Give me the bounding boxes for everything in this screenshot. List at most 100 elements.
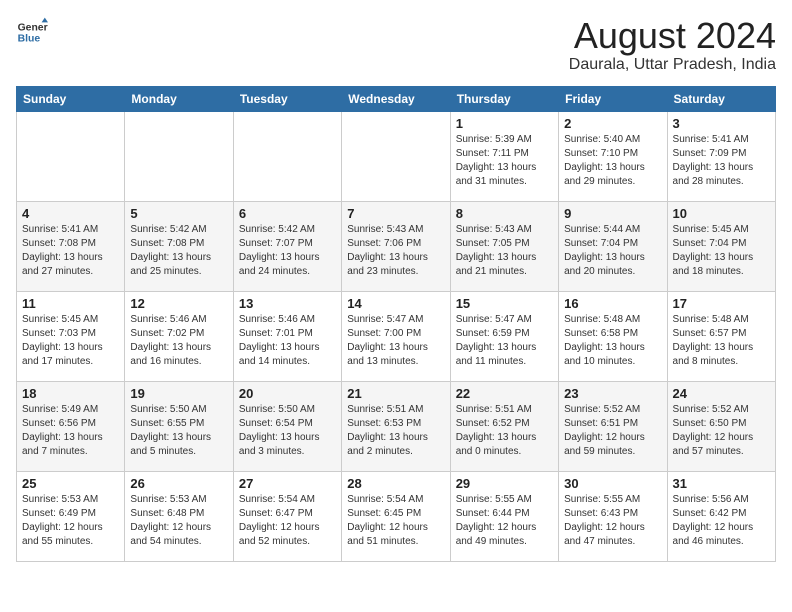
day-info: Sunrise: 5:40 AM Sunset: 7:10 PM Dayligh… [564, 133, 661, 189]
day-info: Sunrise: 5:48 AM Sunset: 6:58 PM Dayligh… [564, 313, 661, 369]
day-info: Sunrise: 5:44 AM Sunset: 7:04 PM Dayligh… [564, 223, 661, 279]
day-info: Sunrise: 5:46 AM Sunset: 7:02 PM Dayligh… [130, 313, 227, 369]
calendar-cell: 30 Sunrise: 5:55 AM Sunset: 6:43 PM Dayli… [559, 471, 667, 561]
day-info: Sunrise: 5:47 AM Sunset: 6:59 PM Dayligh… [456, 313, 553, 369]
day-info: Sunrise: 5:45 AM Sunset: 7:04 PM Dayligh… [673, 223, 770, 279]
svg-text:General: General [18, 22, 48, 33]
day-info: Sunrise: 5:51 AM Sunset: 6:52 PM Dayligh… [456, 403, 553, 459]
day-number: 5 [130, 206, 227, 221]
calendar-cell: 20Sunrise: 5:50 AM Sunset: 6:54 PM Dayli… [233, 381, 341, 471]
day-number: 23 [564, 386, 661, 401]
day-info: Sunrise: 5:52 AM Sunset: 6:50 PM Dayligh… [673, 403, 770, 459]
day-number: 10 [673, 206, 770, 221]
weekday-header-thursday: Thursday [450, 86, 558, 111]
calendar-cell: 21 Sunrise: 5:51 AM Sunset: 6:53 PM Dayli… [342, 381, 450, 471]
calendar-week-1: 1 Sunrise: 5:39 AM Sunset: 7:11 PM Daylig… [17, 111, 776, 201]
calendar-cell: 18Sunrise: 5:49 AM Sunset: 6:56 PM Dayli… [17, 381, 125, 471]
calendar-cell: 14Sunrise: 5:47 AM Sunset: 7:00 PM Dayli… [342, 291, 450, 381]
weekday-header-wednesday: Wednesday [342, 86, 450, 111]
month-year-title: August 2024 [569, 16, 776, 56]
calendar-body: 1 Sunrise: 5:39 AM Sunset: 7:11 PM Daylig… [17, 111, 776, 561]
logo: General Blue [16, 16, 48, 48]
day-number: 6 [239, 206, 336, 221]
calendar-cell: 26Sunrise: 5:53 AM Sunset: 6:48 PM Dayli… [125, 471, 233, 561]
day-number: 29 [456, 476, 553, 491]
calendar-week-4: 18Sunrise: 5:49 AM Sunset: 6:56 PM Dayli… [17, 381, 776, 471]
day-number: 17 [673, 296, 770, 311]
location-subtitle: Daurala, Uttar Pradesh, India [569, 56, 776, 74]
day-number: 27 [239, 476, 336, 491]
calendar-cell: 12Sunrise: 5:46 AM Sunset: 7:02 PM Dayli… [125, 291, 233, 381]
day-number: 16 [564, 296, 661, 311]
calendar-cell: 22 Sunrise: 5:51 AM Sunset: 6:52 PM Dayli… [450, 381, 558, 471]
day-info: Sunrise: 5:52 AM Sunset: 6:51 PM Dayligh… [564, 403, 661, 459]
weekday-header-row: SundayMondayTuesdayWednesdayThursdayFrid… [17, 86, 776, 111]
calendar-header: SundayMondayTuesdayWednesdayThursdayFrid… [17, 86, 776, 111]
day-number: 24 [673, 386, 770, 401]
calendar-week-2: 4Sunrise: 5:41 AM Sunset: 7:08 PM Daylig… [17, 201, 776, 291]
calendar-cell: 29 Sunrise: 5:55 AM Sunset: 6:44 PM Dayli… [450, 471, 558, 561]
day-number: 31 [673, 476, 770, 491]
calendar-cell: 11 Sunrise: 5:45 AM Sunset: 7:03 PM Dayli… [17, 291, 125, 381]
day-number: 1 [456, 116, 553, 131]
day-number: 13 [239, 296, 336, 311]
calendar-week-3: 11 Sunrise: 5:45 AM Sunset: 7:03 PM Dayli… [17, 291, 776, 381]
day-info: Sunrise: 5:46 AM Sunset: 7:01 PM Dayligh… [239, 313, 336, 369]
day-number: 18 [22, 386, 119, 401]
day-info: Sunrise: 5:54 AM Sunset: 6:45 PM Dayligh… [347, 493, 444, 549]
day-number: 30 [564, 476, 661, 491]
day-info: Sunrise: 5:51 AM Sunset: 6:53 PM Dayligh… [347, 403, 444, 459]
day-number: 25 [22, 476, 119, 491]
day-info: Sunrise: 5:48 AM Sunset: 6:57 PM Dayligh… [673, 313, 770, 369]
logo-icon: General Blue [16, 16, 48, 48]
calendar-cell: 2Sunrise: 5:40 AM Sunset: 7:10 PM Daylig… [559, 111, 667, 201]
calendar-cell: 16 Sunrise: 5:48 AM Sunset: 6:58 PM Dayli… [559, 291, 667, 381]
calendar-cell: 5 Sunrise: 5:42 AM Sunset: 7:08 PM Daylig… [125, 201, 233, 291]
day-info: Sunrise: 5:53 AM Sunset: 6:49 PM Dayligh… [22, 493, 119, 549]
day-info: Sunrise: 5:55 AM Sunset: 6:43 PM Dayligh… [564, 493, 661, 549]
day-info: Sunrise: 5:41 AM Sunset: 7:09 PM Dayligh… [673, 133, 770, 189]
calendar-cell: 23 Sunrise: 5:52 AM Sunset: 6:51 PM Dayli… [559, 381, 667, 471]
calendar-cell: 9 Sunrise: 5:44 AM Sunset: 7:04 PM Daylig… [559, 201, 667, 291]
calendar-cell [342, 111, 450, 201]
title-block: August 2024 Daurala, Uttar Pradesh, Indi… [569, 16, 776, 74]
day-info: Sunrise: 5:50 AM Sunset: 6:55 PM Dayligh… [130, 403, 227, 459]
weekday-header-sunday: Sunday [17, 86, 125, 111]
svg-text:Blue: Blue [18, 34, 41, 45]
calendar-cell: 27 Sunrise: 5:54 AM Sunset: 6:47 PM Dayli… [233, 471, 341, 561]
day-info: Sunrise: 5:54 AM Sunset: 6:47 PM Dayligh… [239, 493, 336, 549]
day-number: 28 [347, 476, 444, 491]
calendar-cell: 13 Sunrise: 5:46 AM Sunset: 7:01 PM Dayli… [233, 291, 341, 381]
day-info: Sunrise: 5:42 AM Sunset: 7:07 PM Dayligh… [239, 223, 336, 279]
calendar-cell: 15 Sunrise: 5:47 AM Sunset: 6:59 PM Dayli… [450, 291, 558, 381]
day-number: 9 [564, 206, 661, 221]
day-info: Sunrise: 5:41 AM Sunset: 7:08 PM Dayligh… [22, 223, 119, 279]
calendar-cell: 17 Sunrise: 5:48 AM Sunset: 6:57 PM Dayli… [667, 291, 775, 381]
calendar-cell: 31Sunrise: 5:56 AM Sunset: 6:42 PM Dayli… [667, 471, 775, 561]
day-number: 20 [239, 386, 336, 401]
calendar-table: SundayMondayTuesdayWednesdayThursdayFrid… [16, 86, 776, 562]
page-header: General Blue August 2024 Daurala, Uttar … [16, 16, 776, 74]
day-info: Sunrise: 5:55 AM Sunset: 6:44 PM Dayligh… [456, 493, 553, 549]
day-number: 7 [347, 206, 444, 221]
calendar-cell: 28 Sunrise: 5:54 AM Sunset: 6:45 PM Dayli… [342, 471, 450, 561]
day-info: Sunrise: 5:43 AM Sunset: 7:06 PM Dayligh… [347, 223, 444, 279]
day-number: 11 [22, 296, 119, 311]
day-info: Sunrise: 5:45 AM Sunset: 7:03 PM Dayligh… [22, 313, 119, 369]
calendar-cell: 4Sunrise: 5:41 AM Sunset: 7:08 PM Daylig… [17, 201, 125, 291]
weekday-header-friday: Friday [559, 86, 667, 111]
calendar-cell: 3Sunrise: 5:41 AM Sunset: 7:09 PM Daylig… [667, 111, 775, 201]
day-number: 21 [347, 386, 444, 401]
calendar-cell: 10 Sunrise: 5:45 AM Sunset: 7:04 PM Dayli… [667, 201, 775, 291]
weekday-header-tuesday: Tuesday [233, 86, 341, 111]
day-number: 15 [456, 296, 553, 311]
day-info: Sunrise: 5:42 AM Sunset: 7:08 PM Dayligh… [130, 223, 227, 279]
day-info: Sunrise: 5:47 AM Sunset: 7:00 PM Dayligh… [347, 313, 444, 369]
calendar-week-5: 25 Sunrise: 5:53 AM Sunset: 6:49 PM Dayli… [17, 471, 776, 561]
day-info: Sunrise: 5:39 AM Sunset: 7:11 PM Dayligh… [456, 133, 553, 189]
day-number: 26 [130, 476, 227, 491]
day-number: 22 [456, 386, 553, 401]
calendar-cell: 6 Sunrise: 5:42 AM Sunset: 7:07 PM Daylig… [233, 201, 341, 291]
calendar-cell: 24 Sunrise: 5:52 AM Sunset: 6:50 PM Dayli… [667, 381, 775, 471]
calendar-cell [17, 111, 125, 201]
